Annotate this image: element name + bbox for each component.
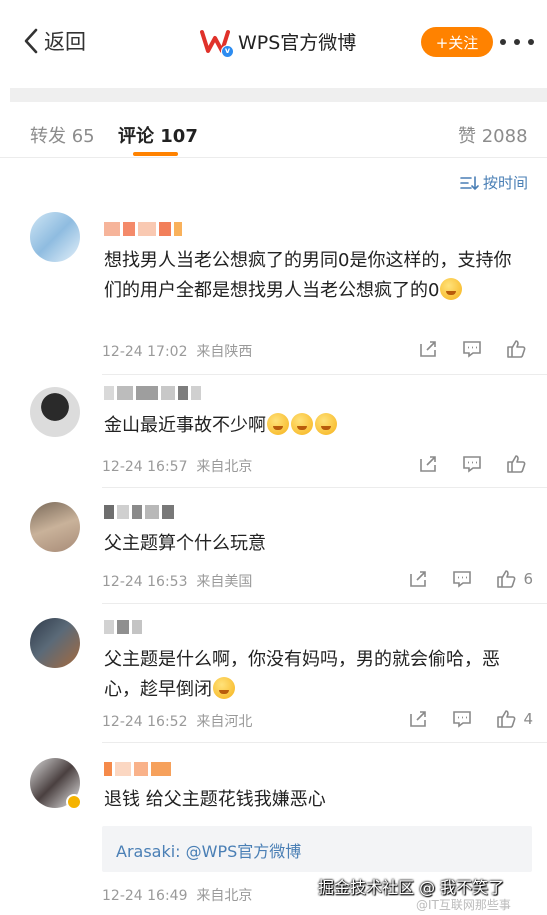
tab-comments[interactable]: 评论 107 <box>118 122 198 148</box>
like-button[interactable] <box>505 338 533 360</box>
page-title: WPS官方微博 <box>238 32 357 54</box>
chevron-left-icon <box>24 28 38 54</box>
username-redacted[interactable] <box>104 505 174 521</box>
comment-meta: 12-24 17:02 来自陕西 <box>102 344 253 360</box>
avatar[interactable] <box>30 212 80 262</box>
tab-likes[interactable]: 赞 2088 <box>458 122 528 148</box>
like-count: 4 <box>523 710 533 728</box>
comment-actions: 4 <box>385 708 533 730</box>
share-icon <box>420 456 436 472</box>
comment-icon <box>463 456 481 473</box>
thinking-emoji-icon <box>440 278 463 300</box>
back-label: 返回 <box>44 30 86 54</box>
avatar[interactable] <box>30 387 80 437</box>
username-redacted[interactable] <box>104 386 201 402</box>
comment-actions: 6 <box>385 568 533 590</box>
top-nav: 返回 v WPS官方微博 +关注 <box>0 0 547 84</box>
comment-divider <box>102 742 547 743</box>
tab-bar: 转发 65 评论 107 赞 2088 <box>0 102 547 158</box>
wps-logo-icon: v <box>200 29 234 58</box>
avatar[interactable] <box>30 618 80 668</box>
reply-button[interactable] <box>451 708 473 730</box>
comment-meta: 12-24 16:57 来自北京 <box>102 459 253 475</box>
like-button[interactable]: 4 <box>495 708 533 730</box>
drooling-emoji-icon <box>291 413 313 435</box>
share-icon <box>410 571 427 587</box>
comment-actions <box>395 453 533 475</box>
watermark: 掘金技术社区 @ 我不笑了 <box>318 878 505 897</box>
comment-actions <box>395 338 533 360</box>
comment-divider <box>102 487 547 488</box>
reply-button[interactable] <box>461 453 483 475</box>
share-icon <box>410 711 427 727</box>
follow-button[interactable]: +关注 <box>421 27 493 57</box>
tab-active-indicator <box>133 152 178 156</box>
comment-text: 父主题是什么啊，你没有妈吗，男的就会偷哈，恶心，趁早倒闭 <box>104 649 500 700</box>
reply-button[interactable] <box>461 338 483 360</box>
avatar[interactable] <box>30 502 80 552</box>
verified-badge-icon <box>66 794 82 810</box>
sort-by-time-button[interactable]: 按时间 <box>459 172 528 193</box>
tab-repost[interactable]: 转发 65 <box>30 122 95 148</box>
comment-meta: 12-24 16:52 来自河北 <box>102 714 253 730</box>
section-divider <box>10 88 547 102</box>
comment-meta: 12-24 16:49 来自北京 <box>102 888 253 904</box>
comment-icon <box>453 711 472 728</box>
comment-text: 金山最近事故不少啊 <box>104 411 524 441</box>
comment-text: 退钱 给父主题花钱我嫌恶心 <box>104 789 326 810</box>
comment-icon <box>463 341 481 358</box>
reply-preview[interactable]: Arasaki: @WPS官方微博 <box>102 826 532 872</box>
thumbs-up-icon <box>497 570 516 588</box>
username-redacted[interactable] <box>104 620 142 636</box>
reply-preview-text: Arasaki: @WPS官方微博 <box>116 842 302 861</box>
share-button[interactable] <box>417 453 439 475</box>
username-redacted[interactable] <box>104 222 182 238</box>
comment-text: 想找男人当老公想疯了的男同0是你这样的，支持你们的用户全都是想找男人当老公想疯了… <box>104 250 512 301</box>
sort-icon <box>460 175 479 190</box>
drooling-emoji-icon <box>315 413 337 435</box>
more-options-icon[interactable] <box>500 32 534 52</box>
comment-meta: 12-24 16:53 来自美国 <box>102 574 253 590</box>
share-icon <box>420 341 436 357</box>
account-title[interactable]: v WPS官方微博 <box>200 28 357 58</box>
share-button[interactable] <box>407 568 429 590</box>
like-button[interactable] <box>505 453 533 475</box>
sort-label: 按时间 <box>483 174 529 192</box>
back-button[interactable]: 返回 <box>22 26 86 56</box>
username-redacted[interactable] <box>104 762 171 778</box>
drooling-emoji-icon <box>267 413 289 435</box>
comment-text: 父主题算个什么玩意 <box>104 533 266 554</box>
like-count: 6 <box>523 570 533 588</box>
watermark-secondary: @IT互联网那些事 <box>416 898 511 912</box>
comment-divider <box>102 603 547 604</box>
comment-icon <box>453 571 472 588</box>
drooling-emoji-icon <box>213 677 235 699</box>
thumbs-up-icon <box>507 455 526 473</box>
thumbs-up-icon <box>497 710 516 728</box>
like-button[interactable]: 6 <box>495 568 533 590</box>
verified-icon: v <box>221 44 234 58</box>
share-button[interactable] <box>417 338 439 360</box>
thumbs-up-icon <box>507 340 526 358</box>
share-button[interactable] <box>407 708 429 730</box>
reply-button[interactable] <box>451 568 473 590</box>
comment-divider <box>102 374 547 375</box>
